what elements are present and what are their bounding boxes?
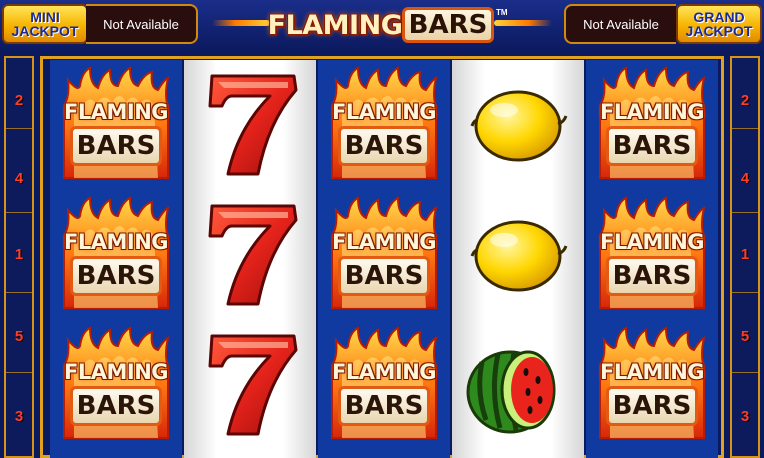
- grand-jackpot-badge: GRAND JACKPOT: [676, 4, 762, 44]
- payline-divider: [6, 128, 32, 129]
- payline-divider: [6, 212, 32, 213]
- flaming-bars-symbol: FLAMING BARS: [596, 326, 708, 444]
- payline-indicator[interactable]: 2: [732, 90, 758, 110]
- logo-word-bars: BARS: [402, 7, 494, 43]
- reel-cell: FLAMING BARS: [50, 320, 182, 450]
- symbol-bars-text: BARS: [338, 126, 430, 166]
- reel-cell: [184, 320, 316, 450]
- reel-cell: FLAMING BARS: [318, 320, 450, 450]
- seven-symbol: [208, 334, 298, 436]
- flaming-bars-symbol: FLAMING BARS: [328, 196, 440, 314]
- mini-jackpot-title-line1: MINI: [30, 9, 60, 25]
- payline-indicator[interactable]: 2: [6, 90, 32, 110]
- symbol-bars-text: BARS: [338, 386, 430, 426]
- reel-cell: FLAMING BARS: [586, 190, 718, 320]
- reel-cell: [452, 60, 584, 190]
- reel-3: FLAMING BARS FLAMING BARS FLAMING BARS: [318, 60, 450, 458]
- flaming-bars-symbol: FLAMING BARS: [60, 66, 172, 184]
- lemon-icon: [470, 90, 568, 162]
- reel-cell: [452, 190, 584, 320]
- reel-cell: [452, 320, 584, 450]
- mini-jackpot-title-line2: JACKPOT: [11, 23, 79, 39]
- payline-indicator[interactable]: 5: [732, 326, 758, 346]
- symbol-bars-text: BARS: [70, 386, 162, 426]
- fire-icon: [63, 66, 170, 179]
- symbol-flaming-text: FLAMING: [332, 230, 437, 254]
- flaming-bars-symbol: FLAMING BARS: [328, 326, 440, 444]
- payline-divider: [732, 292, 758, 293]
- grand-jackpot-title-line1: GRAND: [693, 9, 745, 25]
- reel-cell: [184, 190, 316, 320]
- reel-1: FLAMING BARS FLAMING BARS FLAMING BARS: [50, 60, 182, 458]
- symbol-bars-text: BARS: [70, 256, 162, 296]
- logo-word-flaming: FLAMING: [267, 9, 403, 41]
- fire-icon: [599, 326, 706, 439]
- seven-symbol: [208, 204, 298, 306]
- payline-divider: [6, 292, 32, 293]
- top-bar: MINI JACKPOT Not Available FLAMING BARS …: [0, 0, 764, 50]
- symbol-flaming-text: FLAMING: [64, 360, 169, 384]
- logo-flame-right: [494, 20, 552, 26]
- flaming-bars-symbol: FLAMING BARS: [596, 196, 708, 314]
- symbol-bars-text: BARS: [338, 256, 430, 296]
- reel-cell: FLAMING BARS: [586, 60, 718, 190]
- flaming-bars-symbol: FLAMING BARS: [60, 326, 172, 444]
- symbol-bars-text: BARS: [606, 126, 698, 166]
- fire-icon: [331, 326, 438, 439]
- fire-icon: [599, 196, 706, 309]
- fire-icon: [63, 326, 170, 439]
- payline-indicator[interactable]: 1: [6, 244, 32, 264]
- payline-strip-left: 2 4 1 5 3: [4, 56, 34, 458]
- payline-strip-right: 2 4 1 5 3: [730, 56, 760, 458]
- flaming-bars-symbol: FLAMING BARS: [596, 66, 708, 184]
- symbol-bars-text: BARS: [606, 256, 698, 296]
- reel-2: [184, 60, 316, 458]
- symbol-bars-text: BARS: [606, 386, 698, 426]
- mini-jackpot-value: Not Available: [86, 4, 198, 44]
- lemon-icon: [470, 220, 568, 292]
- reel-cell: FLAMING BARS: [586, 320, 718, 450]
- reel-cell: FLAMING BARS: [50, 60, 182, 190]
- payline-indicator[interactable]: 3: [6, 406, 32, 426]
- payline-indicator[interactable]: 3: [732, 406, 758, 426]
- fire-icon: [331, 66, 438, 179]
- flaming-bars-symbol: FLAMING BARS: [60, 196, 172, 314]
- fire-icon: [331, 196, 438, 309]
- reel-cell: FLAMING BARS: [318, 60, 450, 190]
- symbol-flaming-text: FLAMING: [332, 100, 437, 124]
- symbol-flaming-text: FLAMING: [64, 230, 169, 254]
- grand-jackpot-title-line2: JACKPOT: [685, 23, 753, 39]
- reel-cell: FLAMING BARS: [318, 190, 450, 320]
- payline-indicator[interactable]: 4: [6, 168, 32, 188]
- fire-icon: [599, 66, 706, 179]
- symbol-flaming-text: FLAMING: [600, 230, 705, 254]
- symbol-flaming-text: FLAMING: [600, 100, 705, 124]
- symbol-flaming-text: FLAMING: [64, 100, 169, 124]
- mini-jackpot-badge: MINI JACKPOT: [2, 4, 88, 44]
- flaming-bars-symbol: FLAMING BARS: [328, 66, 440, 184]
- payline-indicator[interactable]: 4: [732, 168, 758, 188]
- payline-indicator[interactable]: 5: [6, 326, 32, 346]
- grand-jackpot-value: Not Available: [564, 4, 676, 44]
- reel-5: FLAMING BARS FLAMING BARS FLAMING BARS: [586, 60, 718, 458]
- fire-icon: [63, 196, 170, 309]
- payline-indicator[interactable]: 1: [732, 244, 758, 264]
- game-logo: FLAMING BARS TM: [212, 2, 552, 48]
- logo-flame-left: [212, 20, 270, 26]
- logo-trademark: TM: [496, 8, 508, 17]
- reel-cell: [184, 60, 316, 190]
- symbol-flaming-text: FLAMING: [332, 360, 437, 384]
- seven-symbol: [208, 74, 298, 176]
- symbol-flaming-text: FLAMING: [600, 360, 705, 384]
- watermelon-icon: [466, 350, 556, 434]
- symbol-bars-text: BARS: [70, 126, 162, 166]
- payline-divider: [6, 372, 32, 373]
- reel-4: [452, 60, 584, 458]
- payline-divider: [732, 372, 758, 373]
- reel-cell: FLAMING BARS: [50, 190, 182, 320]
- payline-divider: [732, 128, 758, 129]
- payline-divider: [732, 212, 758, 213]
